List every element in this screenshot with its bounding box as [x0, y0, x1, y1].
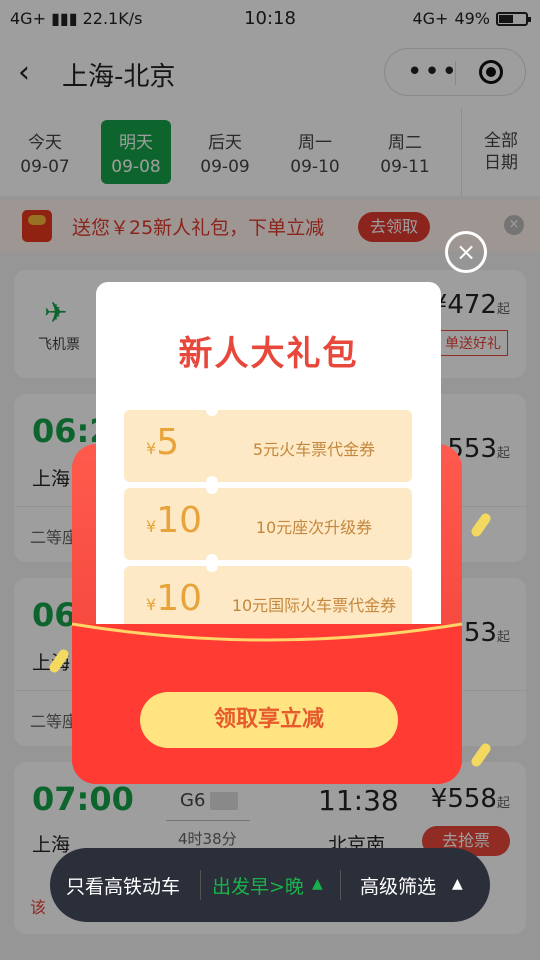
- advanced-arrow-icon: ▲: [452, 876, 463, 892]
- coupon-notch: [206, 482, 218, 494]
- coupon-item: ¥5 5元火车票代金券: [124, 404, 412, 488]
- coupon-item: ¥10 10元座次升级券: [124, 482, 412, 566]
- filter-hsr-only[interactable]: 只看高铁动车: [66, 872, 180, 899]
- coupon-amount: ¥10: [146, 500, 202, 541]
- coupon-desc: 5元火车票代金券: [252, 440, 376, 459]
- filter-divider: [340, 870, 341, 900]
- coupon-amount: ¥5: [146, 422, 180, 463]
- sort-departure[interactable]: 出发早>晚: [212, 872, 304, 899]
- claim-discount-button[interactable]: 领取享立减: [140, 692, 398, 748]
- advanced-filter[interactable]: 高级筛选: [360, 872, 436, 899]
- filter-divider: [200, 870, 201, 900]
- sort-arrow-icon: ▲: [312, 876, 323, 892]
- coupon-notch: [206, 560, 218, 572]
- coupon-desc: 10元座次升级券: [255, 518, 373, 537]
- coupon-notch: [206, 404, 218, 416]
- modal-close-icon[interactable]: ×: [445, 231, 487, 273]
- envelope-flap: [72, 622, 462, 672]
- gift-pack-title: 新人大礼包: [178, 334, 359, 374]
- filter-bar: 只看高铁动车 出发早>晚 ▲ 高级筛选 ▲: [50, 848, 490, 922]
